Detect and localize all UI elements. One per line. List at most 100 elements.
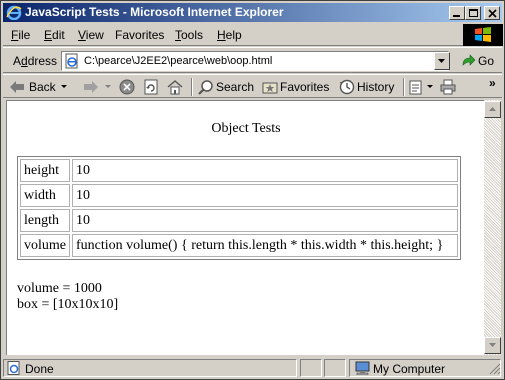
history-icon [339, 79, 355, 95]
forward-arrow-icon [84, 81, 98, 93]
scroll-down-button[interactable] [484, 337, 501, 354]
page-done-icon [7, 361, 20, 375]
status-pane [324, 359, 346, 377]
status-bar: Done My Computer [3, 358, 502, 378]
property-name: volume [20, 234, 70, 257]
back-label: Back [29, 80, 56, 94]
print-button[interactable] [440, 78, 458, 96]
menu-edit-accesskey: E [44, 28, 53, 42]
browser-window: JavaScript Tests - Microsoft Internet Ex… [0, 0, 505, 380]
maximize-icon [469, 9, 478, 17]
menu-view-accesskey: V [78, 28, 86, 42]
status-text: Done [25, 362, 54, 376]
favorites-button[interactable]: Favorites [262, 78, 332, 96]
arrow-down-icon [489, 343, 496, 347]
scroll-up-button[interactable] [484, 101, 501, 118]
search-label: Search [216, 80, 255, 94]
refresh-icon [144, 79, 158, 95]
refresh-button[interactable] [143, 78, 161, 96]
forward-button[interactable] [83, 78, 113, 96]
address-dropdown-button[interactable] [434, 52, 450, 70]
title-bar[interactable]: JavaScript Tests - Microsoft Internet Ex… [3, 3, 502, 22]
page-content: Object Tests height 10 width 10 length 1… [6, 100, 484, 355]
mail-dropdown-icon [427, 85, 433, 88]
menu-view-label: iew [85, 28, 104, 42]
mail-button[interactable] [409, 78, 435, 96]
close-button[interactable] [484, 6, 500, 20]
stop-icon [119, 79, 135, 95]
status-pane [300, 359, 322, 377]
forward-dropdown-icon [105, 85, 111, 88]
ie-logo-icon [6, 5, 22, 20]
address-label: Address [13, 54, 57, 68]
address-bar: Address C:\pearce\J2EE2\pearce\web\oop.h… [3, 47, 502, 73]
toolbar-overflow-chevron-icon[interactable]: » [489, 76, 496, 90]
toolbar-separator [191, 78, 193, 96]
menu-file-label: ile [18, 28, 31, 42]
windows-flag-icon [475, 27, 491, 42]
menu-tools[interactable]: Tools [175, 28, 203, 42]
mail-icon [409, 80, 422, 95]
menu-bar: File Edit View Favorites Tools Help [3, 24, 503, 46]
property-value: 10 [72, 184, 458, 207]
property-name: length [20, 209, 70, 232]
property-name: width [20, 184, 70, 207]
address-label-post: dress [27, 54, 58, 68]
back-dropdown-icon [61, 85, 67, 88]
menu-edit[interactable]: Edit [44, 28, 65, 42]
back-arrow-icon [10, 81, 24, 93]
address-url: C:\pearce\J2EE2\pearce\web\oop.html [84, 55, 273, 67]
home-icon [167, 80, 183, 95]
table-row: width 10 [20, 184, 458, 207]
vertical-scrollbar[interactable] [484, 100, 501, 355]
toolbar-separator [403, 78, 405, 96]
search-button[interactable]: Search [198, 78, 256, 96]
home-button[interactable] [167, 78, 185, 96]
arrow-up-icon [489, 107, 496, 111]
object-properties-table: height 10 width 10 length 10 volume func… [17, 156, 461, 260]
standard-toolbar: Back Search Favorites History » [3, 74, 502, 98]
script-output: volume = 1000 box = [10x10x10] [17, 281, 118, 313]
property-name: height [20, 159, 70, 182]
property-value: 10 [72, 209, 458, 232]
output-line: volume = 1000 [17, 281, 102, 296]
minimize-button[interactable] [449, 6, 465, 20]
page-title: Object Tests [211, 121, 281, 136]
page-icon [65, 53, 78, 69]
property-value: function volume() { return this.length *… [72, 234, 458, 257]
favorites-icon [262, 82, 278, 94]
search-icon [198, 80, 213, 95]
property-value: 10 [72, 159, 458, 182]
menu-help-label: elp [225, 28, 242, 42]
go-arrow-icon [462, 54, 476, 66]
menu-edit-label: dit [52, 28, 65, 42]
menu-favorites[interactable]: Favorites [115, 28, 164, 42]
back-button[interactable]: Back [9, 78, 67, 96]
menu-help[interactable]: Help [217, 28, 242, 42]
history-button[interactable]: History [339, 78, 399, 96]
go-button[interactable]: Go [459, 52, 499, 70]
printer-icon [440, 79, 456, 95]
address-input[interactable]: C:\pearce\J2EE2\pearce\web\oop.html [61, 51, 449, 71]
maximize-button[interactable] [465, 6, 481, 20]
menu-help-accesskey: H [217, 28, 226, 42]
chevron-down-icon [438, 59, 445, 63]
menu-tools-label: ools [181, 28, 204, 42]
go-label: Go [478, 54, 495, 68]
resize-grip-icon[interactable] [489, 363, 501, 375]
menu-view[interactable]: View [78, 28, 104, 42]
menu-file[interactable]: File [11, 28, 30, 42]
my-computer-icon [355, 361, 370, 375]
table-row: length 10 [20, 209, 458, 232]
history-label: History [357, 80, 395, 94]
address-label-accesskey: d [21, 54, 28, 68]
windows-throbber [463, 24, 503, 46]
menu-favorites-label: avorites [122, 28, 165, 42]
output-line: box = [10x10x10] [17, 297, 119, 312]
table-row: volume function volume() { return this.l… [20, 234, 458, 257]
security-zone-label: My Computer [373, 362, 446, 376]
stop-button[interactable] [119, 78, 137, 96]
favorites-label: Favorites [280, 80, 330, 94]
minimize-icon [453, 15, 460, 17]
address-label-pre: A [13, 54, 22, 68]
